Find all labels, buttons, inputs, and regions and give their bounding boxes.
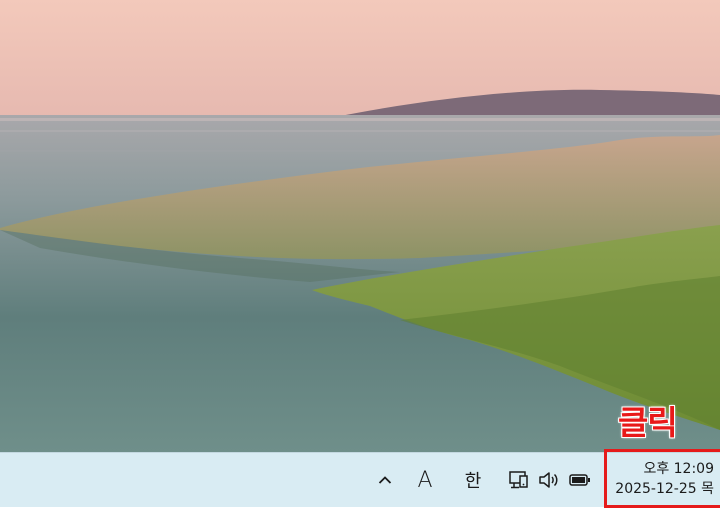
- speaker-icon: [539, 472, 558, 488]
- click-annotation-label: 클릭: [618, 403, 678, 442]
- clock-time: 오후 12:09: [643, 460, 714, 477]
- input-mode-indicator[interactable]: A: [410, 453, 440, 507]
- battery-button[interactable]: [566, 453, 594, 507]
- chevron-up-icon: [378, 476, 392, 484]
- volume-button[interactable]: [535, 453, 563, 507]
- input-language-indicator[interactable]: 한: [458, 453, 488, 507]
- clock-date: 2025-12-25 목: [615, 480, 714, 497]
- battery-icon: [569, 474, 590, 486]
- clock-date-button[interactable]: 오후 12:09 2025-12-25 목: [604, 449, 720, 508]
- show-hidden-icons-button[interactable]: [372, 453, 398, 507]
- desktop-wallpaper: [0, 0, 720, 452]
- network-button[interactable]: [506, 453, 532, 507]
- network-icon: [509, 471, 528, 489]
